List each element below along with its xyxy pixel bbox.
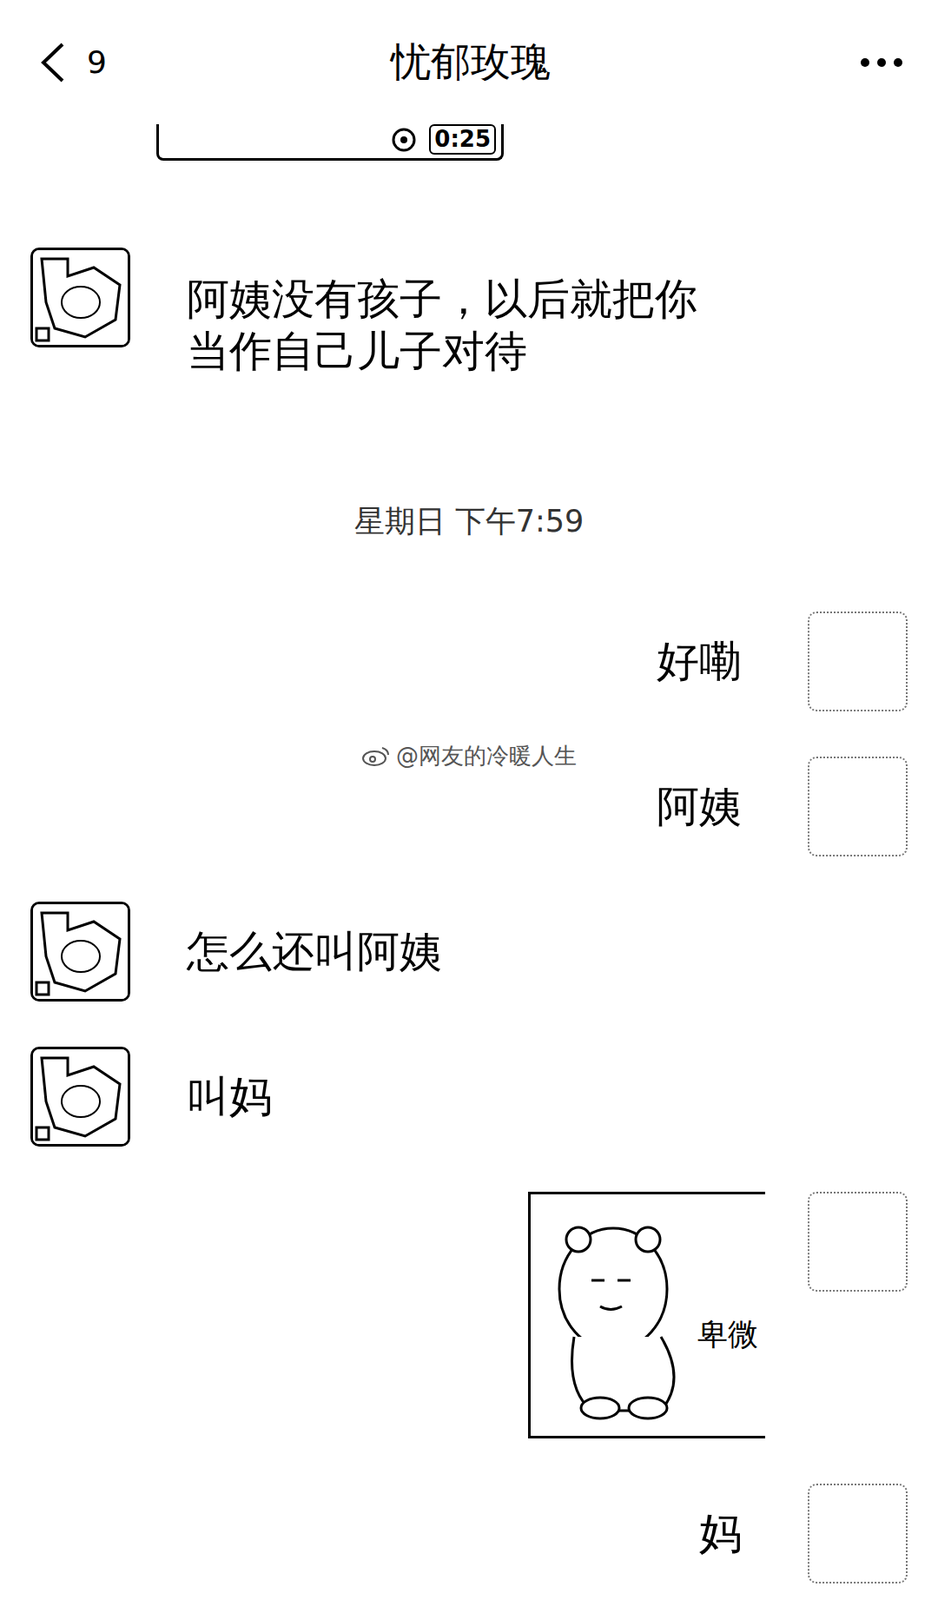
message-line: 叫妈 xyxy=(30,1046,908,1147)
avatar[interactable] xyxy=(807,756,908,857)
back-arrow-icon xyxy=(38,40,68,85)
more-dots-icon xyxy=(859,57,904,68)
chat-header: 9 忧郁玫瑰 xyxy=(0,0,938,125)
message-line: 好嘞 xyxy=(30,611,908,712)
message-bubble[interactable]: 怎么还叫阿姨 xyxy=(147,901,460,1002)
message-bubble[interactable]: 妈 xyxy=(681,1483,791,1584)
timestamp: 星期日 下午7:59 xyxy=(0,449,938,567)
message-bubble[interactable]: 叫妈 xyxy=(147,1046,290,1147)
watermark: @网友的冷暖人生 xyxy=(0,740,938,771)
text-message: 怎么还叫阿姨 xyxy=(0,901,938,1002)
text-message: 阿姨没有孩子，以后就把你当作自己儿子对待 xyxy=(0,247,938,404)
timestamp-text: 星期日 下午7:59 xyxy=(354,502,585,542)
weibo-logo-icon xyxy=(361,744,391,767)
sticker[interactable]: 卑微 xyxy=(528,1191,766,1439)
message-bubble[interactable]: 好嘞 xyxy=(639,611,791,712)
sticker-message: 卑微 xyxy=(0,1191,938,1439)
avatar[interactable] xyxy=(807,611,908,712)
avatar-picture-icon xyxy=(33,904,128,999)
back-button[interactable]: 9 xyxy=(38,39,160,86)
message-text: 怎么还叫阿姨 xyxy=(186,925,443,978)
message-line: 阿姨 xyxy=(30,756,908,857)
bear-sticker-icon xyxy=(530,1206,714,1424)
avatar-picture-icon xyxy=(33,250,128,345)
text-message: 叫妈 xyxy=(0,1046,938,1147)
avatar-picture-icon xyxy=(33,1049,128,1144)
more-button[interactable] xyxy=(781,57,904,68)
chat-list: 0:25 阿姨没有孩子，以后就把你当作自己儿子对待星期日 下午7:59 好嘞阿姨怎么… xyxy=(0,124,938,1584)
video-bubble[interactable]: 0:25 xyxy=(156,124,504,161)
unread-count: 9 xyxy=(86,39,107,86)
text-message: 妈 xyxy=(0,1483,938,1584)
video-message[interactable]: 0:25 xyxy=(0,124,938,161)
message-line: 阿姨没有孩子，以后就把你当作自己儿子对待 xyxy=(30,247,908,404)
chat-title: 忧郁玫瑰 xyxy=(390,36,551,89)
message-bubble[interactable]: 阿姨 xyxy=(639,756,791,857)
message-text: 阿姨 xyxy=(656,780,742,833)
avatar[interactable] xyxy=(30,1046,131,1147)
message-text: 妈 xyxy=(699,1507,742,1560)
message-text: 叫妈 xyxy=(186,1070,272,1123)
text-message: 好嘞 xyxy=(0,611,938,712)
sticker-caption: 卑微 xyxy=(697,1315,759,1353)
message-line: 妈 xyxy=(30,1483,908,1584)
avatar[interactable] xyxy=(30,247,131,348)
message-text: 好嘞 xyxy=(656,635,742,688)
message-line: 卑微 xyxy=(30,1191,908,1439)
text-message: 阿姨 xyxy=(0,756,938,857)
watermark-text: @网友的冷暖人生 xyxy=(396,740,577,771)
play-icon xyxy=(390,126,417,153)
message-line: 怎么还叫阿姨 xyxy=(30,901,908,1002)
avatar[interactable] xyxy=(807,1191,908,1292)
avatar[interactable] xyxy=(30,901,131,1002)
avatar[interactable] xyxy=(807,1483,908,1584)
message-text: 阿姨没有孩子，以后就把你当作自己儿子对待 xyxy=(186,273,739,378)
message-bubble[interactable]: 阿姨没有孩子，以后就把你当作自己儿子对待 xyxy=(147,247,756,404)
video-duration: 0:25 xyxy=(429,124,496,155)
